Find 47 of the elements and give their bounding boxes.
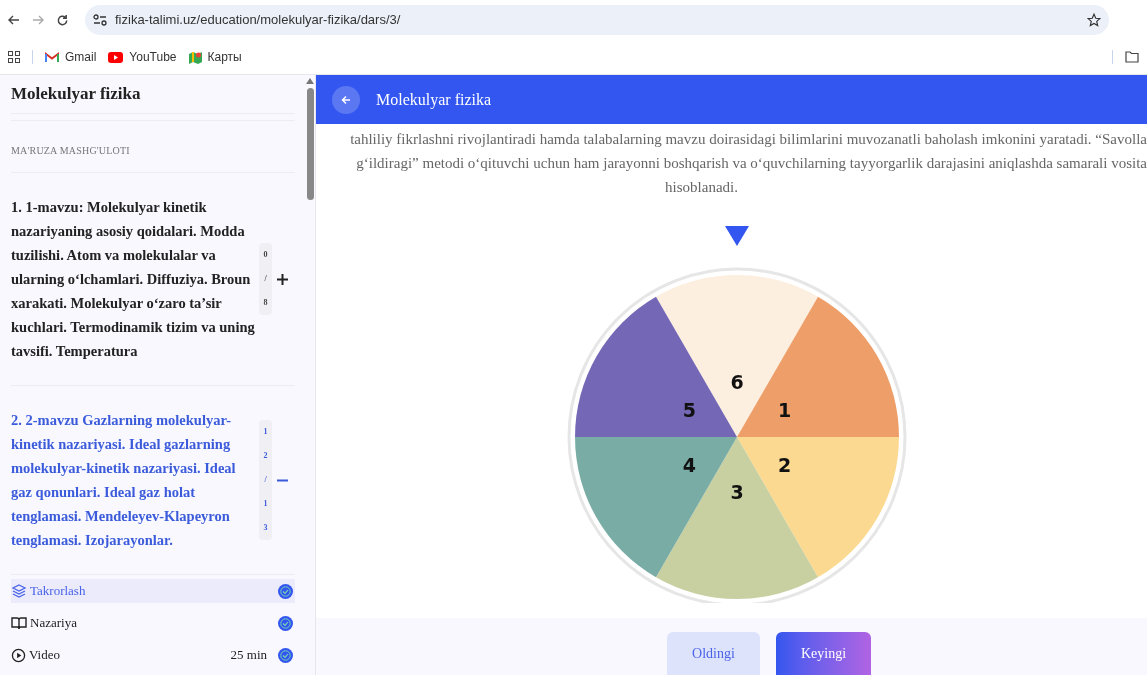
folder-icon[interactable] — [1125, 51, 1139, 63]
next-button[interactable]: Keyingi — [776, 632, 871, 675]
lesson-item[interactable]: Nazariya — [11, 611, 295, 635]
paragraph-line: g‘ildiragi” metodi o‘qituvchi uchun ham jarayonni boshqarish va o‘quvchilarning tayyorgarlik darajasini aniqlashda samarali vosita — [356, 154, 1147, 173]
lesson-label: Nazariya — [30, 614, 78, 633]
paragraph-line: tahliliy fikrlashni rivojlantiradi hamda talabalarning mavzu doirasidagi bilimlarini muvozanatli baholash imkonini yaratadi. “Savolla — [350, 130, 1147, 149]
topic-title[interactable]: 2. 2-mavzu Gazlarning molekulyar-kinetik nazariyasi. Ideal gazlarning molekulyar-kinetik nazariyasi. Ideal gaz qonunlari. Ideal gaz holat tenglamasi. Mendeleyev-Klapeyron tenglamasi. Izojarayonlar. — [11, 408, 257, 552]
site-settings-icon[interactable] — [93, 14, 107, 26]
back-icon[interactable] — [8, 15, 20, 25]
lesson-label: Video — [29, 646, 61, 665]
bookmark[interactable]: Gmail — [45, 48, 97, 66]
sidebar-title: Molekulyar fizika — [11, 83, 141, 106]
back-button[interactable] — [332, 85, 360, 114]
plus-icon[interactable] — [277, 273, 288, 285]
segment-number: 1 — [777, 398, 791, 421]
mail-icon — [45, 51, 59, 63]
segment-number: 2 — [777, 453, 791, 476]
segment-number: 4 — [682, 453, 696, 476]
url-text: fizika-talimi.uz/education/molekulyar-fizika/dars/3/ — [115, 11, 402, 30]
book-icon — [11, 616, 27, 630]
play-circle-icon — [11, 647, 26, 663]
duration-label: 25 min — [230, 646, 267, 665]
lesson-label: Takrorlash — [30, 582, 87, 601]
play-icon — [108, 51, 124, 63]
paragraph-line: hisoblanadi. — [665, 178, 738, 197]
layers-icon — [11, 583, 27, 599]
lesson-item[interactable]: Takrorlash — [11, 579, 295, 603]
segment-number: 3 — [729, 481, 744, 503]
topic-title[interactable]: 1. 1-mavzu: Molekulyar kinetik nazariyaning asosiy qoidalari. Modda tuzilishi. Atom va molekulalar va ularning o‘lchamlari. Diffuziya. Broun xarakati. Molekulyar o‘zaro ta’sir kuchlari. Termodinamik tizim va uning tavsifi. Temperatura — [11, 195, 257, 363]
segment-number: 5 — [682, 398, 696, 421]
page-title: Molekulyar fizika — [376, 89, 492, 111]
bookmark[interactable]: Карты — [188, 48, 242, 66]
progress-counter: 0 / 8 — [259, 243, 272, 315]
arrow-left-icon — [341, 94, 351, 105]
progress-counter: 1 2 / 1 3 — [259, 420, 272, 540]
segment-number: 6 — [729, 371, 744, 393]
bookmark[interactable]: YouTube — [108, 48, 177, 66]
map-pin-icon — [188, 50, 202, 64]
lesson-item[interactable]: Video 25 min — [11, 643, 295, 667]
spinning-wheel-drawing[interactable] — [574, 275, 899, 599]
section-label: MA'RUZA MASHG'ULOTI — [11, 144, 130, 158]
star-icon[interactable] — [1087, 13, 1101, 27]
pointer-icon — [724, 226, 749, 246]
reload-icon[interactable] — [56, 13, 69, 27]
address-bar[interactable]: fizika-talimi.uz/education/molekulyar-fizika/dars/3/ — [85, 5, 1109, 35]
apps-icon[interactable] — [8, 51, 20, 63]
previous-button[interactable]: Oldingi — [667, 632, 760, 675]
